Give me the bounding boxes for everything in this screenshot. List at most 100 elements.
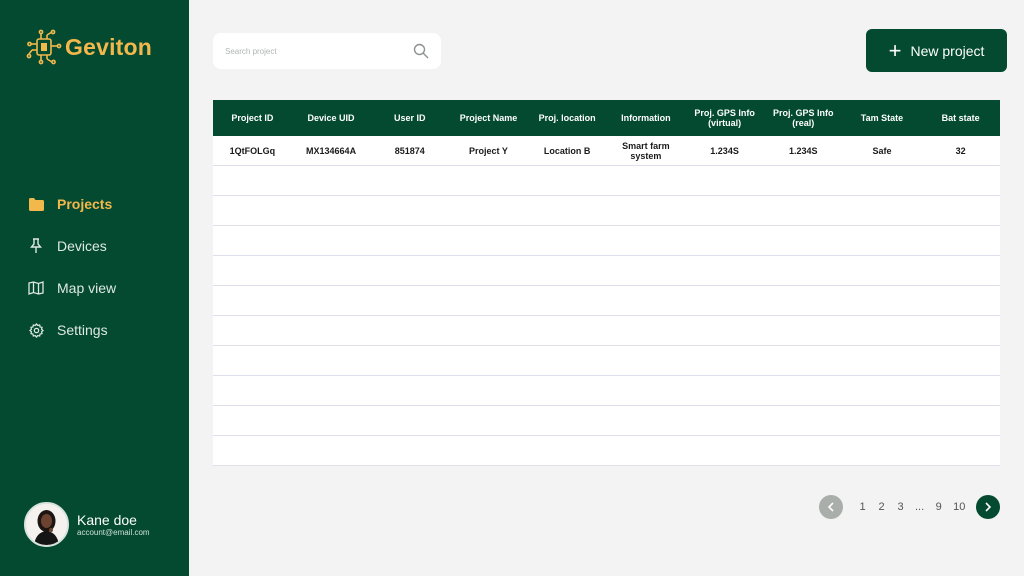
sidebar-item-settings[interactable]: Settings (0, 309, 189, 351)
table-cell (449, 286, 528, 315)
table-cell (921, 226, 1000, 255)
user-profile[interactable]: Kane doe account@email.com (24, 502, 150, 547)
table-row[interactable] (213, 226, 1000, 256)
page-number[interactable]: 10 (953, 501, 965, 513)
search-input[interactable]: Search project (213, 33, 441, 69)
table-cell (370, 406, 449, 435)
table-cell (764, 376, 843, 405)
column-header[interactable]: Proj. GPS Info (real) (764, 100, 843, 136)
table-row[interactable] (213, 406, 1000, 436)
table-cell (292, 256, 371, 285)
sidebar-nav: Projects Devices Map view Settings (0, 183, 189, 351)
column-header[interactable]: Bat state (921, 100, 1000, 136)
table-cell (607, 376, 686, 405)
table-cell (685, 286, 764, 315)
table-cell (607, 196, 686, 225)
table-cell (921, 286, 1000, 315)
table-cell (292, 316, 371, 345)
column-header[interactable]: Proj. GPS Info (virtual) (685, 100, 764, 136)
table-cell (528, 226, 607, 255)
table-row[interactable] (213, 286, 1000, 316)
table-cell (449, 376, 528, 405)
table-cell (764, 316, 843, 345)
table-cell (607, 286, 686, 315)
table-cell (528, 196, 607, 225)
table-cell (843, 376, 922, 405)
sidebar-item-map-view[interactable]: Map view (0, 267, 189, 309)
avatar (24, 502, 69, 547)
map-icon (28, 280, 44, 296)
table-cell (843, 436, 922, 465)
table-row[interactable] (213, 316, 1000, 346)
table-cell (764, 226, 843, 255)
table-cell (607, 226, 686, 255)
app-name: Geviton (65, 33, 153, 60)
table-row[interactable] (213, 436, 1000, 466)
table-cell (370, 256, 449, 285)
table-cell (370, 346, 449, 375)
table-cell: Location B (543, 145, 591, 156)
table-cell (370, 226, 449, 255)
table-cell (292, 406, 371, 435)
table-cell: MX134664A (306, 145, 357, 156)
table-cell (213, 196, 292, 225)
table-row[interactable] (213, 166, 1000, 196)
page-number[interactable]: 3 (896, 501, 905, 513)
column-header[interactable]: Proj. location (528, 100, 607, 136)
table-cell (921, 196, 1000, 225)
table-cell (213, 406, 292, 435)
table-cell (921, 436, 1000, 465)
sidebar-item-label: Devices (57, 238, 107, 254)
table-cell (921, 376, 1000, 405)
column-header[interactable]: Device UID (292, 100, 371, 136)
table-cell (921, 346, 1000, 375)
table-cell (685, 316, 764, 345)
app-logo[interactable]: Geviton (26, 29, 152, 65)
column-header[interactable]: Tam State (843, 100, 922, 136)
table-cell (685, 166, 764, 195)
table-cell: Project Y (469, 145, 508, 156)
table-cell (921, 316, 1000, 345)
sidebar-item-devices[interactable]: Devices (0, 225, 189, 267)
page-number[interactable]: 9 (934, 501, 943, 513)
table-cell: Smart farm system (622, 140, 670, 161)
table-cell (292, 166, 371, 195)
column-header[interactable]: Project Name (449, 100, 528, 136)
table-row[interactable]: 1QtFOLGq MX134664A 851874 Project Y Location… (213, 136, 1000, 166)
table-cell (449, 316, 528, 345)
table-row[interactable] (213, 346, 1000, 376)
sidebar-item-label: Settings (57, 322, 108, 338)
table-cell (685, 376, 764, 405)
table-cell (292, 196, 371, 225)
page-ellipsis: ... (915, 501, 925, 513)
table-cell (843, 196, 922, 225)
search-icon[interactable] (413, 43, 429, 59)
table-row[interactable] (213, 196, 1000, 226)
table-cell (607, 256, 686, 285)
table-cell (843, 226, 922, 255)
page-number[interactable]: 2 (877, 501, 886, 513)
column-header[interactable]: Information (607, 100, 686, 136)
table-cell (370, 196, 449, 225)
pin-icon (28, 238, 44, 254)
sidebar-item-projects[interactable]: Projects (0, 183, 189, 225)
table-cell (528, 346, 607, 375)
previous-page-button[interactable] (819, 495, 843, 519)
table-cell (764, 406, 843, 435)
table-cell (685, 256, 764, 285)
table-cell (528, 286, 607, 315)
table-cell (449, 436, 528, 465)
table-cell (213, 256, 292, 285)
new-project-button[interactable]: + New project (866, 29, 1007, 72)
circuit-logo-icon (26, 29, 62, 65)
page-number[interactable]: 1 (858, 501, 867, 513)
table-header: Project ID Device UID User ID Project Name P… (213, 100, 1000, 136)
next-page-button[interactable] (976, 495, 1001, 519)
table-cell (921, 406, 1000, 435)
column-header[interactable]: Project ID (213, 100, 292, 136)
table-row[interactable] (213, 376, 1000, 406)
table-row[interactable] (213, 256, 1000, 286)
table-cell: 1QtFOLGq (229, 145, 276, 156)
table-cell: Safe (872, 145, 892, 156)
column-header[interactable]: User ID (370, 100, 449, 136)
